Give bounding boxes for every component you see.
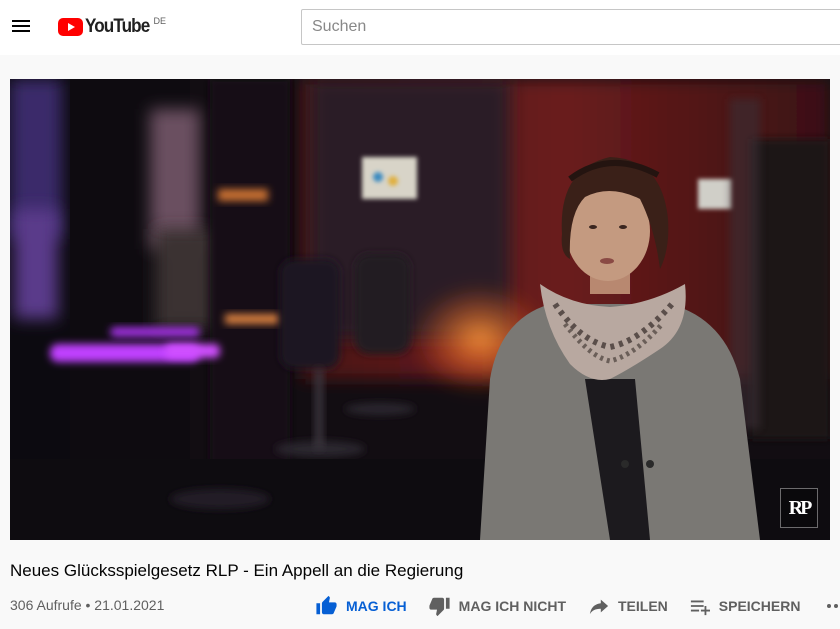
share-label: TEILEN [618,598,668,614]
channel-watermark[interactable]: RP [780,488,818,528]
video-frame [10,79,830,540]
save-button[interactable]: SPEICHERN [689,596,801,616]
more-horizontal-icon[interactable] [827,596,840,616]
dislike-label: MAG ICH NICHT [458,598,566,614]
share-arrow-icon [589,599,609,615]
save-label: SPEICHERN [718,598,801,614]
like-button[interactable]: MAG ICH [315,595,407,617]
video-meta: 306 Aufrufe • 21.01.2021 [10,597,165,613]
share-button[interactable]: TEILEN [588,596,668,616]
video-actions: MAG ICH MAG ICH NICHT TEILEN SPEICHERN [315,593,840,619]
thumbs-down-icon [429,597,450,617]
youtube-play-icon [58,18,83,36]
youtube-logo[interactable]: YouTube DE [58,15,166,39]
logo-wordmark: YouTube [85,16,150,37]
thumbs-up-icon [316,595,337,615]
video-title: Neues Glücksspielgesetz RLP - Ein Appell… [10,561,464,580]
region-code: DE [153,16,166,26]
search-box [301,9,840,45]
playlist-add-icon [690,600,710,616]
video-player[interactable]: RP [10,79,830,540]
masthead: YouTube DE [0,0,840,55]
search-input[interactable] [302,10,840,44]
like-label: MAG ICH [346,598,407,614]
dislike-button[interactable]: MAG ICH NICHT [428,595,566,617]
menu-icon[interactable] [12,17,32,37]
